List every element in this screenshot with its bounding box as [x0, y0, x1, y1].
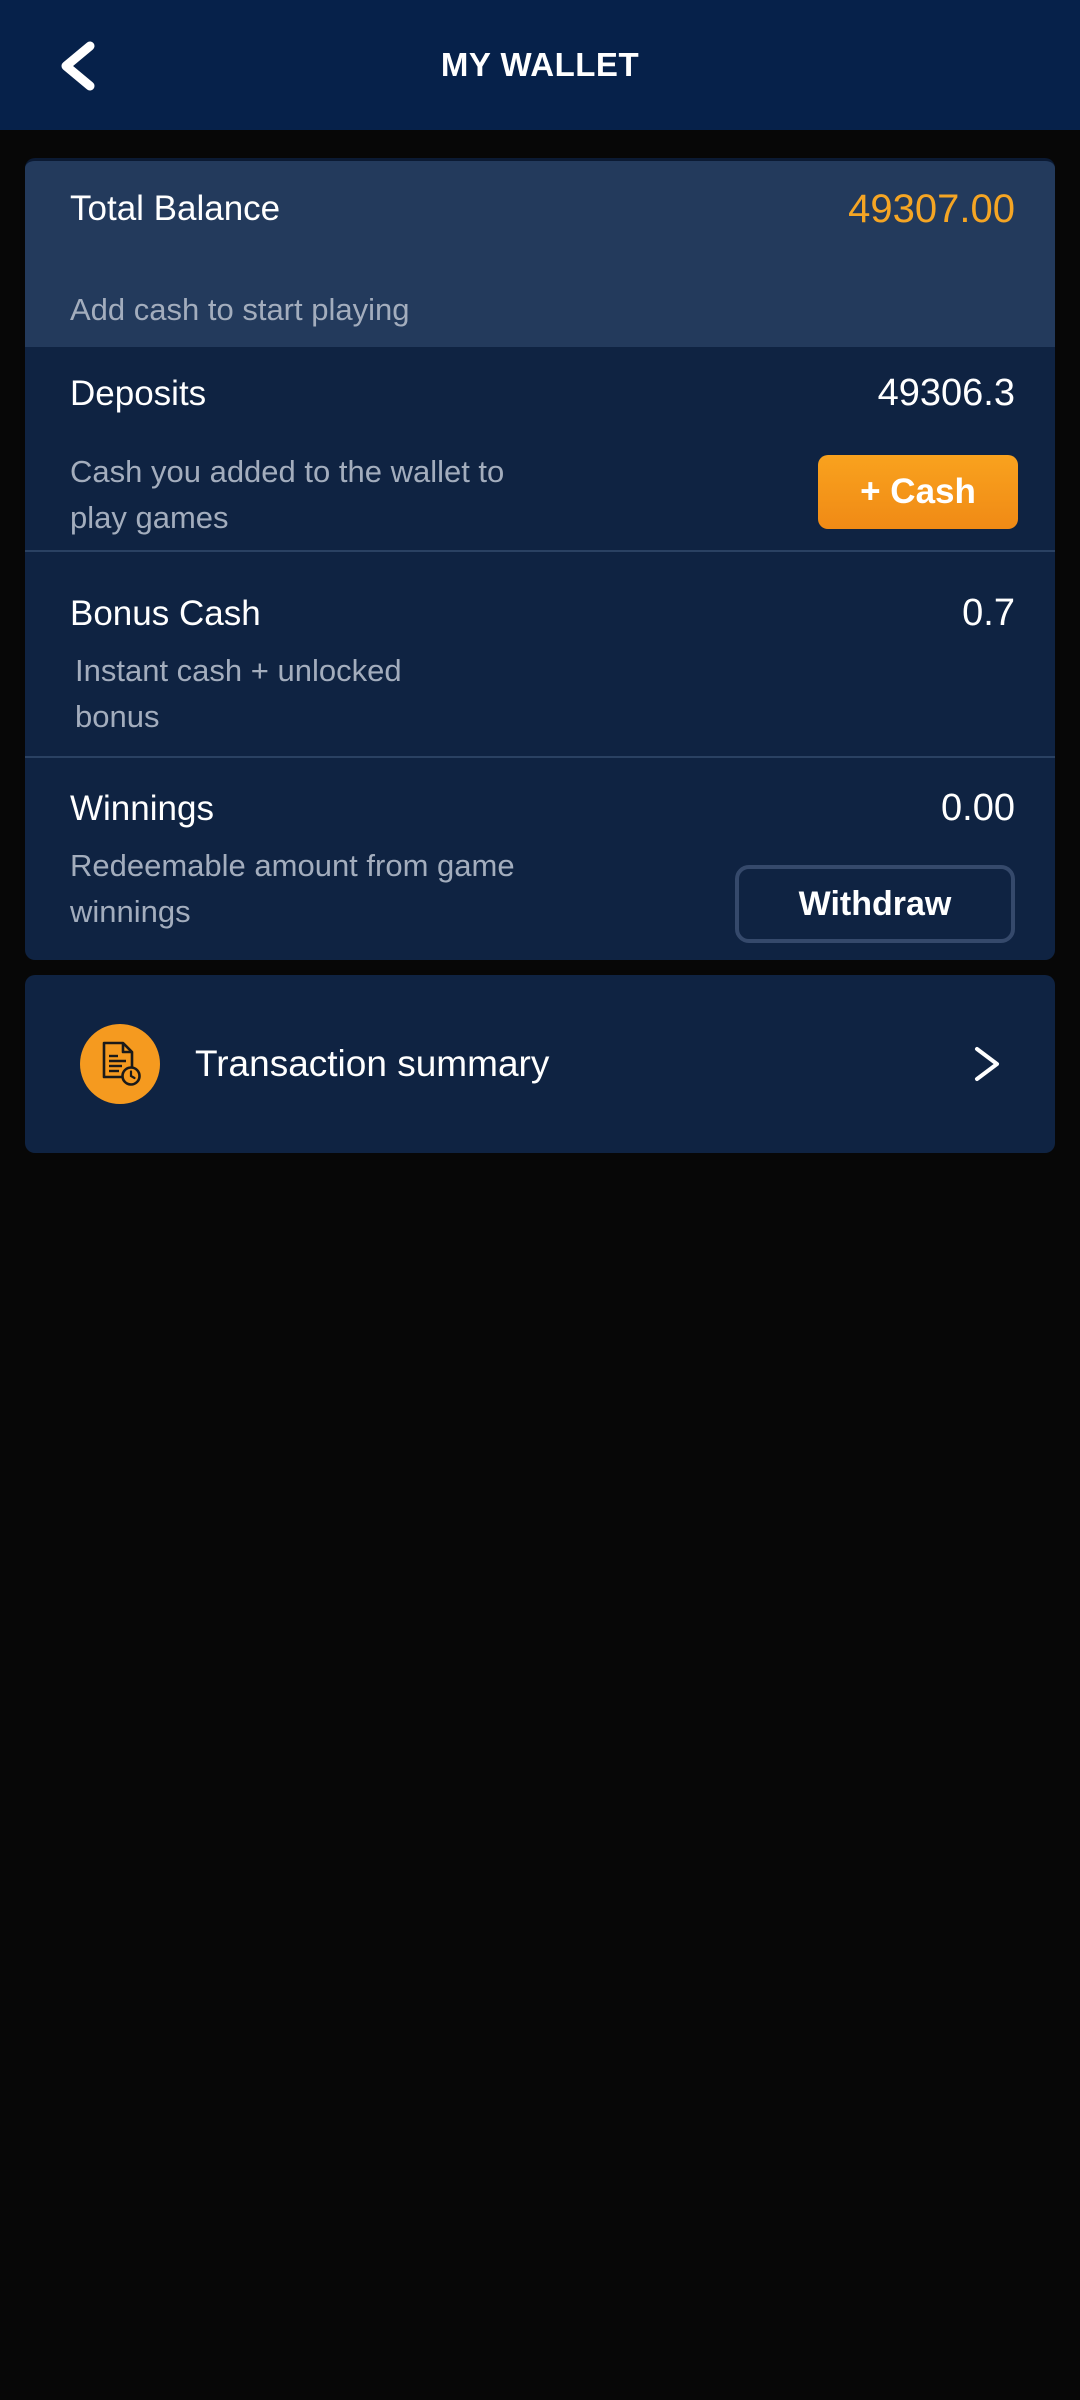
deposits-amount: 49306.3 [877, 372, 1015, 414]
divider [25, 550, 1055, 552]
winnings-description: Redeemable amount from game winnings [70, 843, 515, 935]
page-title: MY WALLET [440, 46, 640, 83]
winnings-description-line: Redeemable amount from game [70, 848, 515, 883]
deposits-description-line: play games [70, 500, 229, 535]
winnings-description-line: winnings [70, 894, 191, 929]
total-balance-label: Total Balance [70, 189, 281, 228]
bonus-cash-description: Instant cash + unlocked bonus [75, 648, 402, 740]
total-balance-amount: 49307.00 [848, 187, 1015, 231]
document-clock-icon [80, 1024, 160, 1104]
total-balance-subtitle: Add cash to start playing [70, 292, 410, 327]
chevron-right-icon [959, 1036, 1015, 1092]
deposits-description: Cash you added to the wallet to play gam… [70, 449, 504, 541]
divider [25, 756, 1055, 758]
bonus-cash-amount: 0.7 [962, 592, 1015, 634]
bonus-cash-label: Bonus Cash [70, 594, 261, 633]
wallet-card: Total Balance 49307.00 Add cash to start… [25, 158, 1055, 960]
winnings-amount: 0.00 [941, 787, 1015, 829]
transaction-summary-row[interactable]: Transaction summary [25, 975, 1055, 1153]
withdraw-button[interactable]: Withdraw [735, 865, 1015, 943]
deposits-label: Deposits [70, 374, 207, 413]
add-cash-button[interactable]: + Cash [818, 455, 1018, 529]
deposits-description-line: Cash you added to the wallet to [70, 454, 505, 489]
bonus-cash-description-line: bonus [75, 699, 160, 734]
transaction-summary-label: Transaction summary [195, 1043, 550, 1084]
total-balance-section: Total Balance 49307.00 Add cash to start… [25, 161, 1055, 347]
winnings-label: Winnings [70, 789, 214, 828]
app-header: MY WALLET [0, 0, 1080, 130]
bonus-cash-description-line: Instant cash + unlocked [75, 653, 402, 688]
